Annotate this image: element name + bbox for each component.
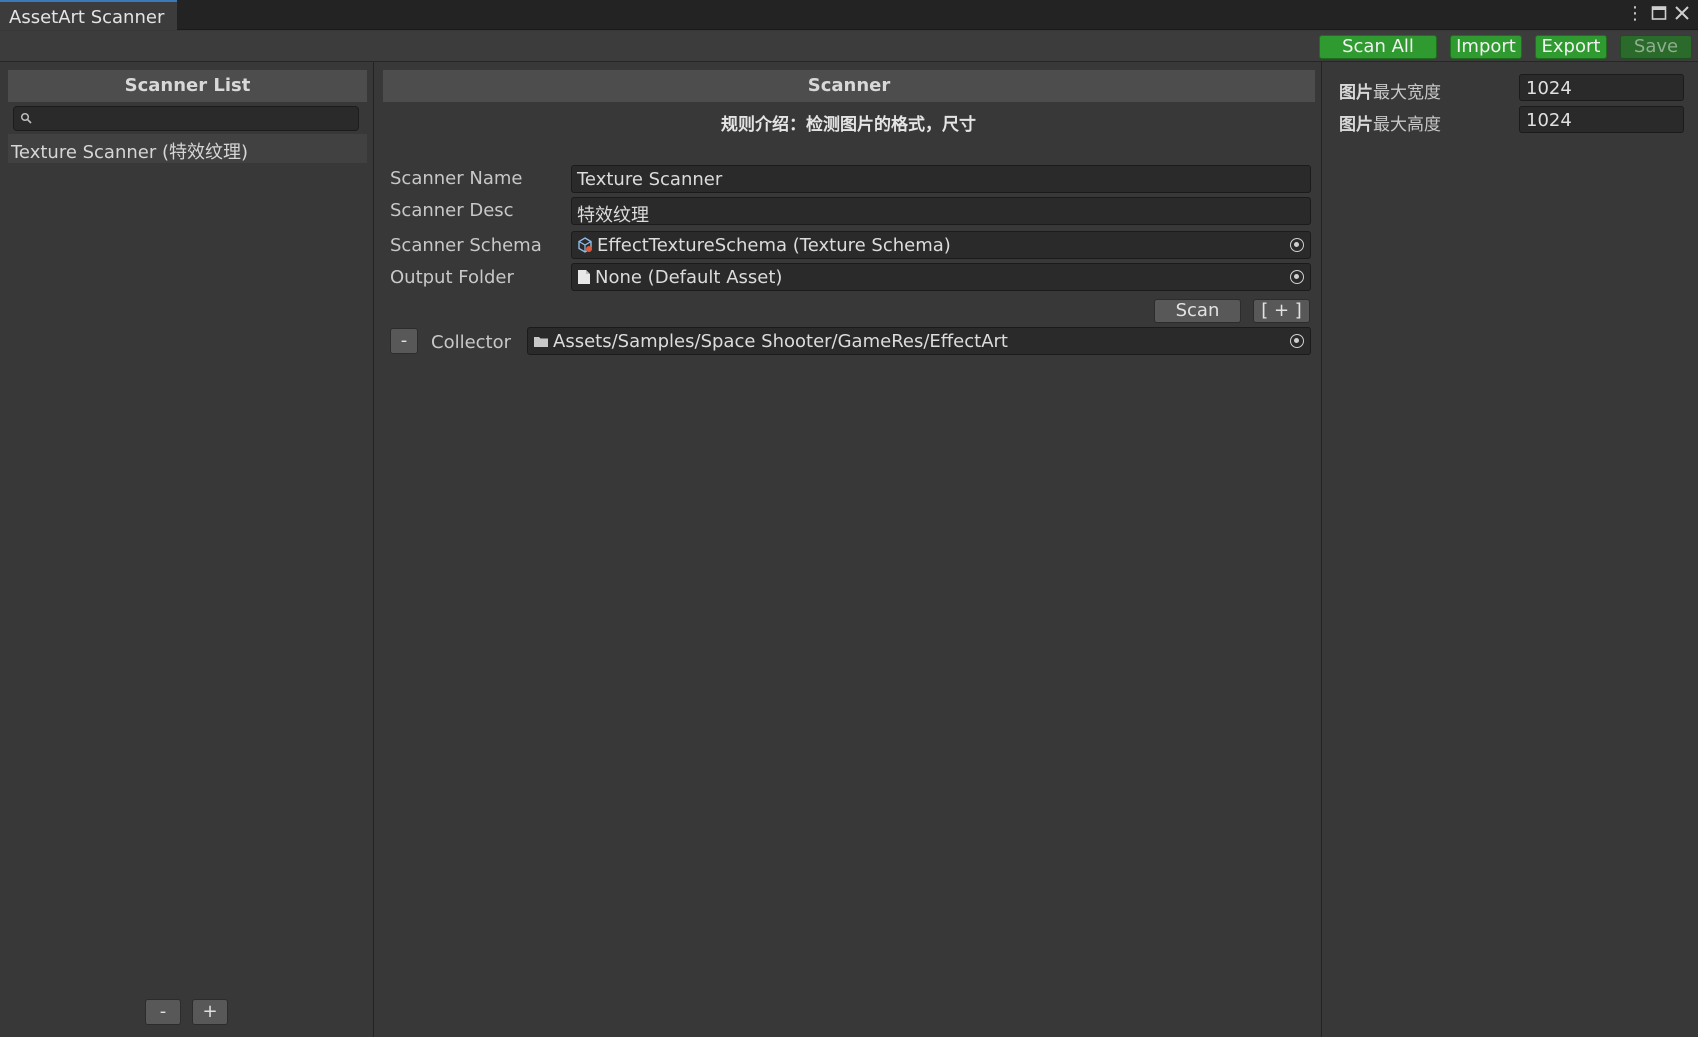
- scanner-desc-label: Scanner Desc: [390, 200, 514, 221]
- scan-all-button[interactable]: Scan All: [1319, 35, 1437, 59]
- rule-settings-panel: 图片最大宽度 1024 图片最大高度 1024: [1323, 62, 1698, 1037]
- toolbar: Scan All Import Export Save: [0, 31, 1698, 62]
- window-tab-title: AssetArt Scanner: [9, 7, 165, 28]
- scanner-schema-label: Scanner Schema: [390, 235, 542, 256]
- more-vert-icon[interactable]: ⋮: [1626, 4, 1644, 24]
- save-button[interactable]: Save: [1620, 35, 1692, 59]
- remove-scanner-button[interactable]: -: [145, 999, 181, 1025]
- max-width-label: 图片最大宽度: [1339, 83, 1441, 103]
- object-picker-icon[interactable]: [1290, 270, 1304, 284]
- collector-path-field[interactable]: Assets/Samples/Space Shooter/GameRes/Eff…: [527, 327, 1311, 355]
- collector-label: Collector: [431, 332, 512, 353]
- scanner-name-field[interactable]: Texture Scanner: [571, 165, 1311, 193]
- scanner-desc-field[interactable]: 特效纹理: [571, 197, 1311, 225]
- max-width-input[interactable]: 1024: [1519, 74, 1684, 101]
- folder-icon: [533, 333, 549, 354]
- close-icon[interactable]: [1674, 5, 1690, 26]
- scanner-panel: Scanner 规则介绍：检测图片的格式，尺寸 Scanner Name Tex…: [375, 62, 1322, 1037]
- scanner-title: Scanner: [383, 70, 1315, 102]
- scanner-name-label: Scanner Name: [390, 168, 523, 189]
- list-item-texture-scanner[interactable]: Texture Scanner (特效纹理): [8, 134, 367, 163]
- max-height-input[interactable]: 1024: [1519, 106, 1684, 133]
- add-collector-button[interactable]: [ + ]: [1253, 299, 1310, 323]
- window-tab[interactable]: AssetArt Scanner: [0, 0, 177, 30]
- object-picker-icon[interactable]: [1290, 238, 1304, 252]
- scanner-list-title: Scanner List: [8, 70, 367, 102]
- scanner-list-panel: Scanner List Texture Scanner (特效纹理) - +: [0, 62, 374, 1037]
- output-folder-field[interactable]: None (Default Asset): [571, 263, 1311, 291]
- scriptable-object-icon: [577, 237, 593, 258]
- import-button[interactable]: Import: [1450, 35, 1522, 59]
- object-picker-icon[interactable]: [1290, 334, 1304, 348]
- add-scanner-button[interactable]: +: [192, 999, 228, 1025]
- window-tab-bar: AssetArt Scanner ⋮: [0, 0, 1698, 30]
- list-item-label: Texture Scanner (特效纹理): [11, 142, 249, 163]
- max-height-label: 图片最大高度: [1339, 115, 1441, 135]
- search-icon: [20, 112, 32, 124]
- file-icon: [577, 269, 591, 290]
- remove-collector-button[interactable]: -: [390, 328, 418, 354]
- search-input[interactable]: [13, 106, 359, 131]
- scanner-schema-field[interactable]: EffectTextureSchema (Texture Schema): [571, 231, 1311, 259]
- output-folder-label: Output Folder: [390, 267, 514, 288]
- maximize-icon[interactable]: [1651, 5, 1667, 26]
- rule-description: 规则介绍：检测图片的格式，尺寸: [721, 115, 976, 135]
- scan-button[interactable]: Scan: [1154, 299, 1241, 323]
- export-button[interactable]: Export: [1535, 35, 1607, 59]
